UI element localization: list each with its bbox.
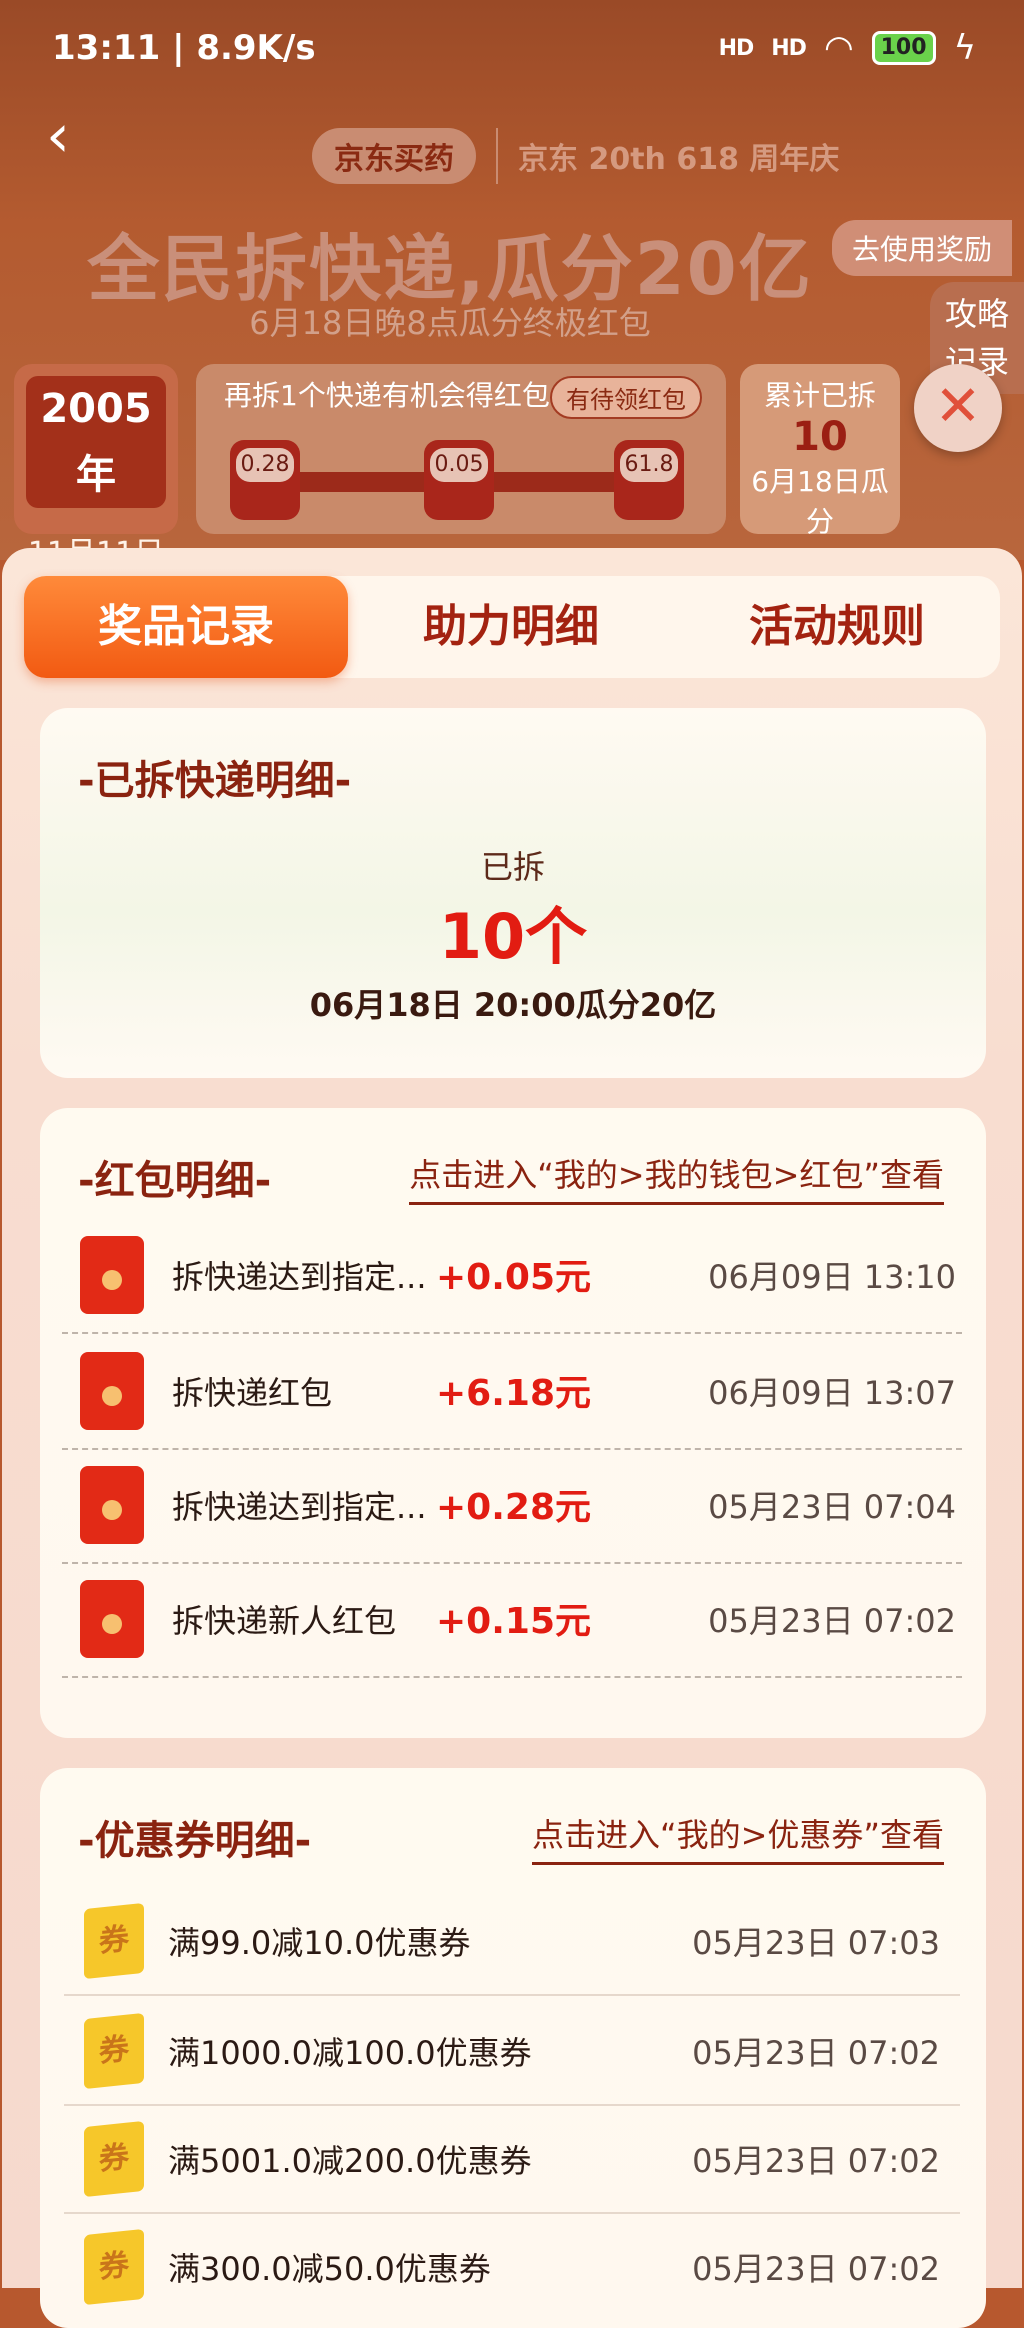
back-icon[interactable]: ‹ (46, 106, 90, 168)
progress-redpacket: 0.28 (230, 440, 300, 520)
item-time: 05月23日 07:02 (708, 1602, 956, 1640)
list-item: 拆快递红包 +6.18元 06月09日 13:07 (62, 1334, 962, 1450)
progress-value: 0.05 (430, 448, 488, 482)
item-name: 拆快递达到指定... (172, 1258, 427, 1296)
progress-redpacket: 61.8 (614, 440, 684, 520)
item-name: 拆快递新人红包 (172, 1602, 397, 1640)
coupon-icon: 券 (84, 1902, 144, 1980)
card-title: -优惠券明细- (78, 1818, 312, 1864)
coupon-time: 05月23日 07:02 (692, 2250, 940, 2288)
coupon-icon: 券 (84, 2120, 144, 2198)
coupon-time: 05月23日 07:03 (692, 1924, 940, 1962)
list-item: 拆快递新人红包 +0.15元 05月23日 07:02 (62, 1562, 962, 1678)
list-item: 券 满1000.0减100.0优惠券 05月23日 07:02 (64, 1996, 960, 2106)
close-icon[interactable]: ✕ (914, 364, 1002, 452)
signal-icon: HD (718, 35, 755, 61)
battery-icon: 100 (871, 31, 936, 65)
coupon-name: 满99.0减10.0优惠券 (168, 1924, 471, 1962)
coupon-name: 满5001.0减200.0优惠券 (168, 2142, 532, 2180)
card-title: -已拆快递明细- (78, 758, 352, 804)
red-packet-icon (80, 1580, 144, 1658)
brand-divider (496, 128, 498, 184)
wifi-icon: ◠ (823, 28, 854, 68)
total-unpacked-card: 累计已拆 10 6月18日瓜分 (740, 364, 900, 538)
coupon-time: 05月23日 07:02 (692, 2142, 940, 2180)
coupon-name: 满1000.0减100.0优惠券 (168, 2034, 532, 2072)
unpacked-label: 已拆 (480, 848, 545, 886)
progress-redpacket: 0.05 (424, 440, 494, 520)
red-packet-icon (80, 1236, 144, 1314)
records-panel: 奖品记录 助力明细 活动规则 -已拆快递明细- 已拆 10个 06月18日 20… (2, 548, 1022, 2328)
redpacket-detail-card: -红包明细- 点击进入“我的>我的钱包>红包”查看 拆快递达到指定... +0.… (40, 1108, 986, 1738)
total-label: 累计已拆 (763, 379, 876, 412)
red-packet-icon (80, 1352, 144, 1430)
item-time: 06月09日 13:07 (708, 1374, 956, 1412)
coupon-icon: 券 (84, 2228, 144, 2306)
item-amount: +0.28元 (436, 1487, 591, 1528)
status-bar: 13:11 | 8.9K/s HD HD ◠ 100 ϟ (0, 0, 1024, 96)
coupon-detail-card: -优惠券明细- 点击进入“我的>优惠券”查看 券 满99.0减10.0优惠券 0… (40, 1768, 986, 2328)
card-title: -红包明细- (78, 1158, 272, 1204)
status-time: 13:11 | 8.9K/s (52, 28, 316, 68)
split-date: 06月18日 20:00瓜分20亿 (309, 986, 717, 1024)
list-item: 券 满300.0减50.0优惠券 05月23日 07:02 (64, 2212, 960, 2320)
item-time: 06月09日 13:10 (708, 1258, 956, 1296)
list-item: 券 满5001.0减200.0优惠券 05月23日 07:02 (64, 2104, 960, 2214)
progress-value: 61.8 (620, 448, 678, 482)
coupon-link[interactable]: 点击进入“我的>优惠券”查看 (532, 1810, 944, 1865)
item-name: 拆快递达到指定... (172, 1488, 427, 1526)
red-packet-icon (80, 1466, 144, 1544)
coupon-time: 05月23日 07:02 (692, 2034, 940, 2072)
anniversary-logo: 京东 20th 618 周年庆 (518, 142, 840, 177)
signal-icon-2: HD (771, 35, 807, 61)
brand-header: 京东买药 京东 20th 618 周年庆 (312, 128, 839, 184)
item-amount: +0.15元 (436, 1601, 591, 1642)
tab-bar: 奖品记录 助力明细 活动规则 (24, 576, 1000, 678)
coupon-icon: 券 (84, 2012, 144, 2090)
progress-value: 0.28 (236, 448, 294, 482)
unpacked-count: 10个 (438, 900, 588, 973)
tab-activity-rules[interactable]: 活动规则 (674, 576, 1000, 678)
progress-card: 再拆1个快递有机会得红包 有待领红包 0.28 0.05 61.8 (196, 364, 726, 534)
tab-assist-details[interactable]: 助力明细 (348, 576, 674, 678)
progress-message: 再拆1个快递有机会得红包 (224, 379, 550, 412)
coupon-name: 满300.0减50.0优惠券 (168, 2250, 491, 2288)
item-amount: +6.18元 (436, 1373, 591, 1414)
item-time: 05月23日 07:04 (708, 1488, 956, 1526)
unpacked-detail-card: -已拆快递明细- 已拆 10个 06月18日 20:00瓜分20亿 (40, 708, 986, 1078)
date-year: 2005年 (26, 376, 166, 508)
status-icons: HD HD ◠ 100 ϟ (719, 28, 976, 68)
list-item: 拆快递达到指定... +0.28元 05月23日 07:04 (62, 1448, 962, 1564)
redpacket-wallet-link[interactable]: 点击进入“我的>我的钱包>红包”查看 (409, 1150, 944, 1205)
item-name: 拆快递红包 (172, 1374, 333, 1412)
list-item: 券 满99.0减10.0优惠券 05月23日 07:03 (64, 1886, 960, 1996)
item-amount: +0.05元 (436, 1257, 591, 1298)
list-item: 拆快递达到指定... +0.05元 06月09日 13:10 (62, 1218, 962, 1334)
hero-subtitle: 6月18日晚8点瓜分终极红包 (249, 304, 651, 342)
date-card: 2005年 11月11日 (14, 364, 178, 571)
charging-icon: ϟ (953, 28, 976, 68)
use-reward-button[interactable]: 去使用奖励 (831, 220, 1012, 276)
total-count: 10 (792, 414, 848, 460)
tab-prize-records[interactable]: 奖品记录 (24, 576, 348, 678)
brand-logo: 京东买药 (312, 128, 476, 184)
pending-redpacket-badge[interactable]: 有待领红包 (550, 376, 702, 419)
total-date: 6月18日瓜分 (751, 465, 889, 538)
